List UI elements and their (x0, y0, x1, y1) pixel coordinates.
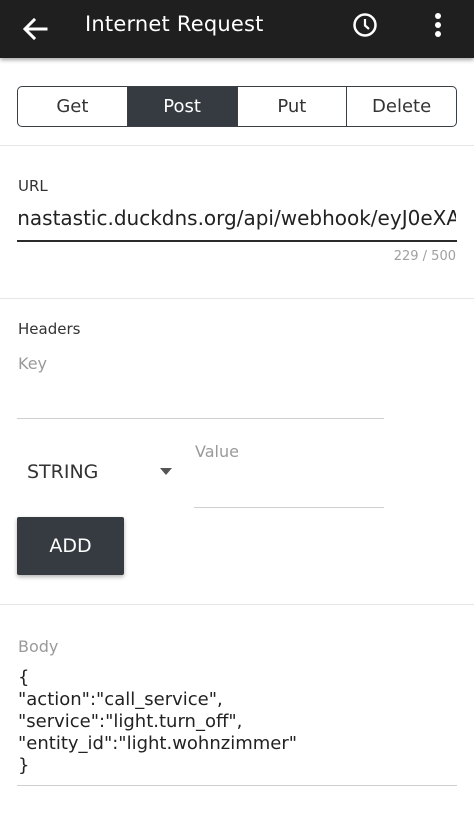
header-key-underline (17, 418, 384, 419)
method-delete-option[interactable]: Delete (347, 87, 456, 126)
arrow-back-icon[interactable] (18, 11, 54, 47)
header-value-underline (194, 507, 384, 508)
body-label: Body (18, 637, 59, 656)
method-post-option[interactable]: Post (127, 87, 238, 126)
more-vert-icon[interactable] (420, 10, 456, 46)
body-underline (17, 785, 457, 786)
url-value: snastastic.duckdns.org/api/webhook/eyJ0e… (18, 206, 456, 230)
add-header-button[interactable]: ADD (17, 517, 124, 575)
body-input[interactable]: { "action":"call_service", "service":"li… (18, 667, 297, 777)
header-key-input[interactable]: Key (18, 354, 47, 373)
page-title: Internet Request (85, 12, 264, 36)
clock-icon[interactable] (348, 10, 384, 46)
divider (0, 298, 474, 299)
method-get-option[interactable]: Get (18, 87, 128, 126)
url-label: URL (18, 177, 48, 195)
method-selector: Get Post Put Delete (17, 86, 457, 127)
method-put-option[interactable]: Put (238, 87, 348, 126)
divider (0, 604, 474, 605)
chevron-down-icon (160, 468, 172, 475)
header-type-value: STRING (27, 461, 99, 483)
header-type-dropdown[interactable]: STRING (18, 455, 178, 491)
headers-label: Headers (18, 320, 81, 338)
app-bar: Internet Request (0, 0, 474, 58)
url-underline (17, 240, 457, 242)
header-value-input[interactable]: Value (195, 442, 239, 461)
divider (0, 145, 474, 146)
url-input[interactable]: snastastic.duckdns.org/api/webhook/eyJ0e… (18, 206, 456, 236)
url-char-counter: 229 / 500 (393, 249, 456, 264)
